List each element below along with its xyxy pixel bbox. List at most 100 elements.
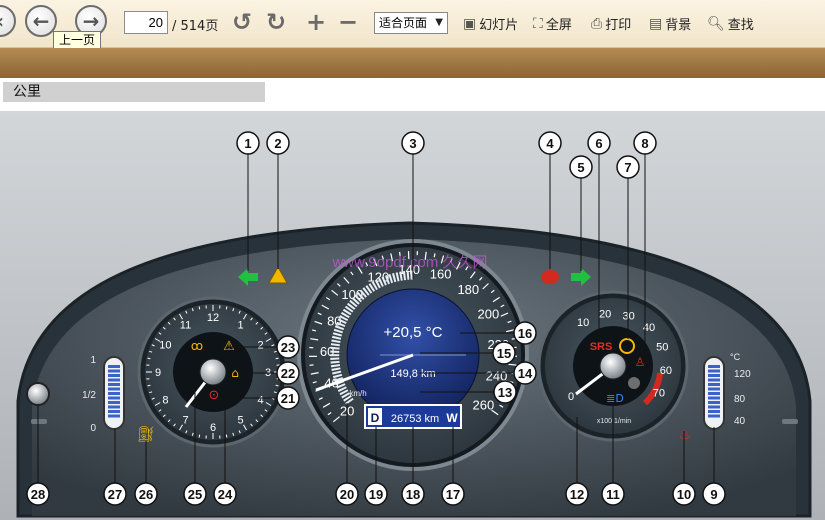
zoom-in-icon[interactable]: +: [306, 8, 326, 36]
callout-number: 16: [518, 326, 532, 341]
callout-number: 2: [274, 136, 281, 151]
callout-number: 27: [108, 487, 122, 502]
zoom-select-value: 适合页面: [379, 16, 428, 30]
coolant-level-bar: [708, 383, 720, 386]
rotate-left-icon[interactable]: ↺: [232, 8, 252, 36]
projector-icon: ▣: [463, 15, 477, 32]
odometer-reading: 26753 km: [391, 413, 439, 425]
fuel-level-bar: [108, 365, 120, 368]
transmission-mode: W: [446, 411, 458, 425]
high-beam-icon: ≣D: [606, 392, 624, 405]
clock-numeral: 9: [155, 367, 161, 379]
fuel-level-bar: [108, 410, 120, 413]
coolant-tick-low: 40: [734, 416, 746, 427]
fuel-level-bar: [108, 396, 120, 400]
engine-diagnosis-icon: ⌂: [231, 366, 239, 380]
callout-number: 3: [409, 136, 416, 151]
callout-number: 19: [369, 487, 383, 502]
fullscreen-label: 全屏: [545, 18, 572, 33]
background-button[interactable]: ▤ 背景: [649, 14, 691, 34]
clock-numeral: 8: [162, 395, 168, 407]
watermark: www.9opdf.com 久久网: [331, 254, 487, 271]
callout-number: 24: [218, 487, 233, 502]
speed-tick-label: 200: [478, 307, 500, 322]
print-button[interactable]: ⎙ 打印: [591, 14, 631, 34]
clock-numeral: 2: [258, 340, 264, 352]
callout-number: 23: [281, 340, 295, 355]
rotate-right-icon[interactable]: ↻: [266, 8, 286, 36]
callout-number: 13: [498, 385, 512, 400]
speed-unit: km/h: [349, 389, 366, 398]
clock-tick-mark: [275, 357, 279, 360]
tacho-tick-label: 20: [599, 309, 611, 321]
callout-number: 26: [139, 487, 153, 502]
clock-tick-mark: [147, 384, 151, 387]
brake-warning-lamp-icon: [541, 270, 559, 284]
right-indicator-slot: [782, 419, 798, 424]
find-button[interactable]: 🔍︎ 查找: [707, 14, 754, 34]
sensor-indicator: [628, 377, 640, 389]
tacho-tick-label: 10: [577, 317, 589, 329]
clock-tick-mark: [198, 306, 201, 310]
fuel-level-bar: [108, 383, 120, 386]
page-number-input[interactable]: 20: [124, 11, 168, 34]
clock-tick-mark: [225, 434, 228, 438]
search-icon: 🔍︎: [707, 15, 725, 32]
callout-number: 10: [677, 487, 691, 502]
coolant-unit: °C: [730, 352, 741, 362]
clock-numeral: 6: [210, 422, 216, 434]
fuel-level-bar: [108, 401, 120, 404]
fuel-level-bar: [108, 387, 120, 391]
callout-number: 8: [641, 136, 648, 151]
callout-number: 15: [497, 346, 511, 361]
callout-number: 9: [710, 487, 717, 502]
clock-tick-mark: [225, 306, 228, 310]
seatbelt-warning-icon: ♙: [635, 355, 646, 369]
callout-number: 28: [31, 487, 45, 502]
coolant-level-bar: [708, 365, 720, 368]
clock-numeral: 4: [258, 395, 264, 407]
clock-numeral: 7: [182, 415, 188, 427]
coolant-level-bar: [708, 378, 720, 382]
chevron-down-icon: ▼: [435, 17, 443, 28]
fuel-tick-half: 1/2: [82, 390, 96, 401]
callout-number: 7: [624, 160, 631, 175]
fuel-tick-full: 1: [90, 355, 96, 366]
tacho-zero-label: 0: [568, 391, 574, 403]
pdf-toolbar: ‹ ← → 20 / 514页 ↺ ↻ + − 适合页面 ▼ ▣ 幻灯片 ⛶ 全…: [0, 0, 825, 49]
find-label: 查找: [727, 18, 754, 33]
fuel-level-bar: [108, 392, 120, 395]
tacho-tick-label: 50: [656, 342, 668, 354]
glow-plug-icon: ꝏ: [191, 339, 203, 353]
coolant-level-bar: [708, 401, 720, 404]
clock-numeral: 5: [237, 415, 243, 427]
left-indicator-slot: [31, 419, 47, 424]
fuel-level-bar: [108, 405, 120, 409]
callout-number: 18: [406, 487, 420, 502]
tacho-tick-label: 70: [653, 388, 665, 400]
callout-number: 1: [244, 136, 251, 151]
clock-numeral: 10: [159, 340, 171, 352]
slideshow-button[interactable]: ▣ 幻灯片: [463, 14, 519, 34]
callout-number: 6: [595, 136, 602, 151]
outside-temperature: +20,5 °C: [384, 324, 443, 341]
reset-knob: [26, 382, 50, 406]
fuel-level-bar: [108, 374, 120, 377]
page-total: / 514页: [172, 19, 219, 34]
back-arrow-icon[interactable]: ‹: [0, 5, 16, 37]
clock-numeral: 11: [180, 319, 191, 331]
clock-numeral: 1: [237, 319, 243, 331]
coolant-level-bar: [708, 410, 720, 413]
printer-icon: ⎙: [591, 15, 603, 32]
zoom-out-icon[interactable]: −: [338, 8, 358, 36]
fuel-pump-icon: ⛽︎: [136, 425, 155, 443]
callout-number: 4: [546, 136, 554, 151]
coolant-level-bar: [708, 369, 720, 373]
slideshow-label: 幻灯片: [479, 18, 519, 33]
zoom-select[interactable]: 适合页面 ▼: [374, 12, 448, 34]
speed-tick-mark: [508, 363, 517, 366]
expand-icon: ⛶: [533, 15, 543, 32]
coolant-level-bar: [708, 392, 720, 395]
fullscreen-button[interactable]: ⛶ 全屏: [533, 14, 572, 34]
tacho-tick-label: 60: [660, 365, 672, 377]
